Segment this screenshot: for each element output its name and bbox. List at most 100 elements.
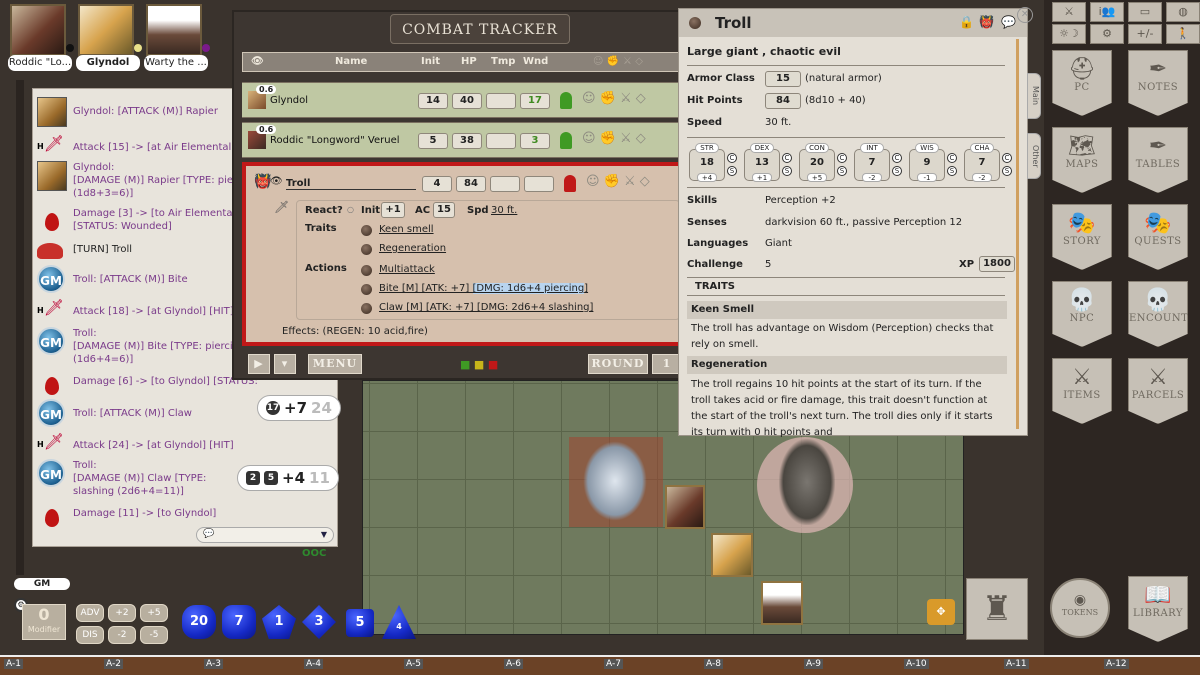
statblock-scrollbar[interactable] xyxy=(1016,39,1019,429)
combat-icon[interactable]: ⚔ xyxy=(1052,2,1086,22)
save-roll-button[interactable]: S xyxy=(782,166,792,176)
check-roll-button[interactable]: C xyxy=(892,153,902,163)
ability-con[interactable]: CON 20 +5 C S xyxy=(799,143,851,182)
tmp-field[interactable] xyxy=(486,93,516,109)
library-tables-button[interactable]: ✒ TABLES xyxy=(1128,127,1188,193)
attack-section-sword-icon[interactable]: 🗡 xyxy=(274,200,289,214)
roddic-map-token[interactable] xyxy=(665,485,705,529)
library-maps-button[interactable]: 🗺 MAPS xyxy=(1052,127,1112,193)
modifiers-icon[interactable]: +/- xyxy=(1128,24,1162,44)
check-roll-button[interactable]: C xyxy=(947,153,957,163)
init-bonus-field[interactable]: +1 xyxy=(381,202,405,218)
action-roll-button[interactable] xyxy=(361,284,372,295)
d20-die[interactable]: 20 xyxy=(182,605,216,639)
check-roll-button[interactable]: C xyxy=(837,153,847,163)
ability-dex[interactable]: DEX 13 +1 C S xyxy=(744,143,796,182)
check-roll-button[interactable]: C xyxy=(727,153,737,163)
save-roll-button[interactable]: S xyxy=(727,166,737,176)
plus5-button[interactable]: +5 xyxy=(140,604,168,622)
tmp-field[interactable] xyxy=(490,176,520,192)
party-icon[interactable]: i👥 xyxy=(1090,2,1124,22)
ability-cha[interactable]: CHA 7 -2 C S xyxy=(964,143,1016,182)
speech-bubble-icon[interactable]: 💬 xyxy=(1001,15,1016,29)
action-multiattack[interactable]: Multiattack xyxy=(379,264,435,275)
save-roll-button[interactable]: S xyxy=(947,166,957,176)
ct-row-troll-active[interactable]: 👹 👁 Troll 4 84 ☺ ✊ ⚔ ◇ 🗡 React? ○ Init +… xyxy=(242,162,684,346)
plus2-button[interactable]: +2 xyxy=(108,604,136,622)
scroll-icon[interactable]: ▭ xyxy=(1128,2,1162,22)
tab-other[interactable]: Other xyxy=(1027,133,1041,179)
trait-roll-button[interactable] xyxy=(361,244,372,255)
ability-str[interactable]: STR 18 +4 C S xyxy=(689,143,741,182)
trait-regeneration[interactable]: Regeneration xyxy=(379,243,446,254)
library-items-button[interactable]: ⚔ ITEMS xyxy=(1052,358,1112,424)
action-claw[interactable]: Claw [M] [ATK: +7] [DMG: 2d6+4 slashing] xyxy=(379,302,593,313)
party-member-glyndol[interactable]: Glyndol xyxy=(76,4,142,71)
library-story-button[interactable]: 🎭 STORY xyxy=(1052,204,1112,270)
modifier-box[interactable]: 0 Modifier xyxy=(22,604,66,640)
close-icon[interactable]: ✕ xyxy=(1017,7,1033,23)
d12-die[interactable]: 7 xyxy=(222,605,256,639)
npc-token-icon[interactable] xyxy=(689,17,701,29)
settings-gear-icon[interactable]: ⚙ xyxy=(1090,24,1124,44)
party-member-warty[interactable]: Warty the ... xyxy=(144,4,210,71)
library-quests-button[interactable]: 🎭 QUESTS xyxy=(1128,204,1188,270)
round-button[interactable]: ROUND xyxy=(588,354,648,374)
save-roll-button[interactable]: S xyxy=(837,166,847,176)
character-icon[interactable]: 🚶 xyxy=(1166,24,1200,44)
menu-button[interactable]: MENU xyxy=(308,354,362,374)
trait-keen-smell[interactable]: Keen smell xyxy=(379,224,434,235)
effects-line[interactable]: Effects: (REGEN: 10 acid,fire) xyxy=(282,326,428,337)
library-notes-button[interactable]: ✒ NOTES xyxy=(1128,50,1188,116)
minus2-button[interactable]: -2 xyxy=(108,626,136,644)
party-member-roddic[interactable]: Roddic "Lo... xyxy=(8,4,74,71)
npc-portrait-icon[interactable]: 👹 xyxy=(979,15,994,29)
lock-icon[interactable]: 🔒 xyxy=(959,15,974,29)
library-button[interactable]: 📖 LIBRARY xyxy=(1128,576,1188,642)
tower-button[interactable]: ♜ xyxy=(966,578,1028,640)
d8-die[interactable]: 3 xyxy=(302,605,336,639)
wnd-field[interactable]: 3 xyxy=(520,133,550,149)
combatant-name[interactable]: Troll xyxy=(286,178,416,190)
save-roll-button[interactable]: S xyxy=(892,166,902,176)
air-elemental-token[interactable] xyxy=(583,441,647,521)
dis-button[interactable]: DIS xyxy=(76,626,104,644)
d6-die[interactable]: 5 xyxy=(346,609,374,637)
library-parcels-button[interactable]: ⚔ PARCELS xyxy=(1128,358,1188,424)
glyndol-map-token[interactable] xyxy=(711,533,753,577)
ooc-toggle[interactable]: OOC xyxy=(302,548,326,559)
ability-int[interactable]: INT 7 -2 C S xyxy=(854,143,906,182)
library-npc-button[interactable]: 💀 NPC xyxy=(1052,281,1112,347)
init-field[interactable]: 14 xyxy=(418,93,448,109)
row-section-icons[interactable]: ☺ ✊ ⚔ ◇ xyxy=(582,131,646,146)
xp-field[interactable]: 1800 xyxy=(979,256,1015,272)
library-pc-button[interactable]: ⛑ PC xyxy=(1052,50,1112,116)
chat-mode-select[interactable]: 💬 ▼ xyxy=(196,527,334,543)
map-move-icon[interactable]: ✥ xyxy=(927,599,955,625)
visibility-eye-icon[interactable]: 👁 xyxy=(251,56,264,67)
next-actor-button[interactable]: ▶ xyxy=(248,354,270,374)
hp-field[interactable]: 38 xyxy=(452,133,482,149)
hp-field[interactable]: 40 xyxy=(452,93,482,109)
row-section-icons[interactable]: ☺ ✊ ⚔ ◇ xyxy=(582,91,646,106)
init-field[interactable]: 4 xyxy=(422,176,452,192)
library-encounters-button[interactable]: 💀ENCOUNTERS xyxy=(1128,281,1188,347)
visibility-eye-icon[interactable]: 👁 xyxy=(270,176,283,187)
ability-wis[interactable]: WIS 9 -1 C S xyxy=(909,143,961,182)
tab-main[interactable]: Main xyxy=(1027,73,1041,119)
react-radio[interactable]: ○ xyxy=(347,205,354,214)
trait-roll-button[interactable] xyxy=(361,225,372,236)
adv-button[interactable]: ADV xyxy=(76,604,104,622)
ac-field[interactable]: 15 xyxy=(765,71,801,87)
action-roll-button[interactable] xyxy=(361,265,372,276)
faction-filter-icons[interactable]: ■ ■ ■ xyxy=(460,358,498,371)
action-roll-button[interactable] xyxy=(361,303,372,314)
wnd-field[interactable] xyxy=(524,176,554,192)
init-field[interactable]: 5 xyxy=(418,133,448,149)
hp-field[interactable]: 84 xyxy=(765,93,801,109)
d10-die[interactable]: 1 xyxy=(262,605,296,639)
action-bite[interactable]: Bite [M] [ATK: +7] [DMG: 1d6+4 piercing] xyxy=(379,283,588,294)
collapse-chevron-icon[interactable]: ▾ xyxy=(274,354,296,374)
check-roll-button[interactable]: C xyxy=(782,153,792,163)
combatant-name[interactable]: Roddic "Longword" Veruel xyxy=(270,135,400,146)
